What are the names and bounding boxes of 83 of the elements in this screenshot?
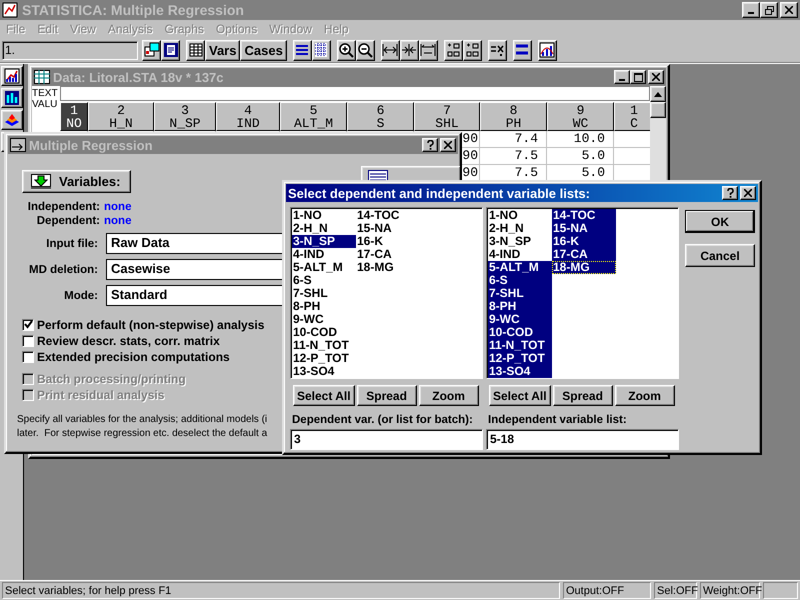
column-header[interactable]: 1 NO [60,102,88,131]
assignment-value: none [104,215,132,227]
variable-list[interactable]: 1-NO 2-H_N 3-N_SP 4-IND 5-ALT_M 6-S 7-SHL 8-PH 9-WC 10-COD 11-N_TOT 12-P_TOT 13-SO4 14-TOC 15-NA 16-K 17-CA 18-MG [290,207,483,379]
list-item[interactable]: 13-SO4 [488,365,552,378]
assignment-label: Independent: [26,201,100,213]
checkbox-label[interactable]: Perform default (non-stepwise) analysis [37,318,264,332]
table-cell: 10.0 [547,131,614,148]
list-button[interactable]: Select All [489,385,551,406]
list-item[interactable]: 9-WC [292,313,356,326]
status-text: Weight:OFF [700,582,760,599]
list-item[interactable]: 5-ALT_M [488,261,552,274]
checkbox-label[interactable]: Review descr. stats, corr. matrix [37,334,220,348]
column-header[interactable]: 3 N_SP [154,102,216,131]
assignment-value: none [104,201,132,213]
list-item[interactable]: 3-N_SP [292,235,356,248]
list-button[interactable]: Zoom [418,385,479,406]
hint-text: Specify all variables for the analysis; additional models (i [17,413,268,427]
list-item[interactable]: 14-TOC [356,209,420,222]
list-item[interactable]: 1-NO [488,209,552,222]
column-header[interactable]: 7 SHL [414,102,480,131]
field-label: Input file: [45,238,98,250]
list-item[interactable]: 7-SHL [488,287,552,300]
checkbox-label[interactable]: Extended precision computations [37,350,230,364]
vars-button[interactable]: Vars [205,40,240,60]
variables-button[interactable]: Variables: [22,170,132,193]
list-item[interactable]: 3-N_SP [488,235,552,248]
dialog-title: Select dependent and independent variable lists: [288,186,590,200]
list-item[interactable]: 6-S [488,274,552,287]
list-item[interactable]: 11-N_TOT [488,339,552,352]
field-label: MD deletion: [28,264,98,276]
list-item[interactable]: 15-NA [552,222,616,235]
column-header[interactable]: 9 WC [547,102,614,131]
table-cell: 5.0 [547,148,614,165]
input-field[interactable]: 5-18 [486,429,679,450]
cell-label-header: TEXT VALU [32,87,59,112]
list-item[interactable]: 17-CA [552,248,616,261]
status-text: Select variables; for help press F1 [2,582,560,599]
dialog-button[interactable]: OK [685,210,755,233]
status-text: Output:OFF [563,582,651,599]
list-item[interactable]: 2-H_N [292,222,356,235]
list-item[interactable]: 18-MG [552,261,616,274]
table-cell: 7.4 [480,131,547,148]
status-text: Sel:OFF [654,582,697,599]
list-item[interactable]: 4-IND [488,248,552,261]
column-header[interactable]: 1 C [614,102,650,131]
list-item[interactable]: 5-ALT_M [292,261,356,274]
list-item[interactable]: 11-N_TOT [292,339,356,352]
list-item[interactable]: 10-COD [292,326,356,339]
list-button[interactable]: Select All [293,385,355,406]
list-item[interactable]: 7-SHL [292,287,356,300]
list-button[interactable]: Spread [356,385,417,406]
list-item[interactable]: 2-H_N [488,222,552,235]
list-item[interactable]: 12-P_TOT [488,352,552,365]
list-item[interactable]: 13-SO4 [292,365,356,378]
field-label: Dependent var. (or list for batch): [291,414,474,426]
list-item[interactable]: 16-K [552,235,616,248]
window-title: Data: Litoral.STA 18v * 137c [53,70,224,84]
column-header[interactable]: 6 S [347,102,414,131]
column-header[interactable]: 5 ALT_M [280,102,347,131]
hint-text: later. For stepwise regression etc. deselect the default a [17,427,268,441]
list-item[interactable]: 10-COD [488,326,552,339]
field-label: Mode: [63,290,98,302]
column-header[interactable]: 8 PH [480,102,547,131]
dialog-title: Multiple Regression [29,138,153,152]
list-item[interactable]: 12-P_TOT [292,352,356,365]
list-item[interactable]: 8-PH [488,300,552,313]
table-cell: 7.5 [480,148,547,165]
cases-button[interactable]: Cases [240,40,287,60]
dialog-button[interactable]: Cancel [685,244,755,267]
window-title: STATISTICA: Multiple Regression [22,2,244,18]
list-item[interactable]: 1-NO [292,209,356,222]
list-item[interactable]: 15-NA [356,222,420,235]
list-button[interactable]: Zoom [614,385,675,406]
cell-field[interactable]: 1. [2,40,138,60]
list-item[interactable]: 9-WC [488,313,552,326]
column-header[interactable]: 2 H_N [88,102,154,131]
list-button[interactable]: Spread [552,385,613,406]
field-label: Independent variable list: [487,414,628,426]
assignment-label: Dependent: [36,215,100,227]
column-header[interactable]: 4 IND [216,102,280,131]
list-item[interactable]: 14-TOC [552,209,616,222]
variable-list[interactable]: 1-NO 2-H_N 3-N_SP 4-IND 5-ALT_M 6-S 7-SHL 8-PH 9-WC 10-COD 11-N_TOT 12-P_TOT 13-SO4 14-TOC 15-NA 16-K 17-CA 18-MG [486,207,679,379]
input-field[interactable]: 3 [290,429,483,450]
